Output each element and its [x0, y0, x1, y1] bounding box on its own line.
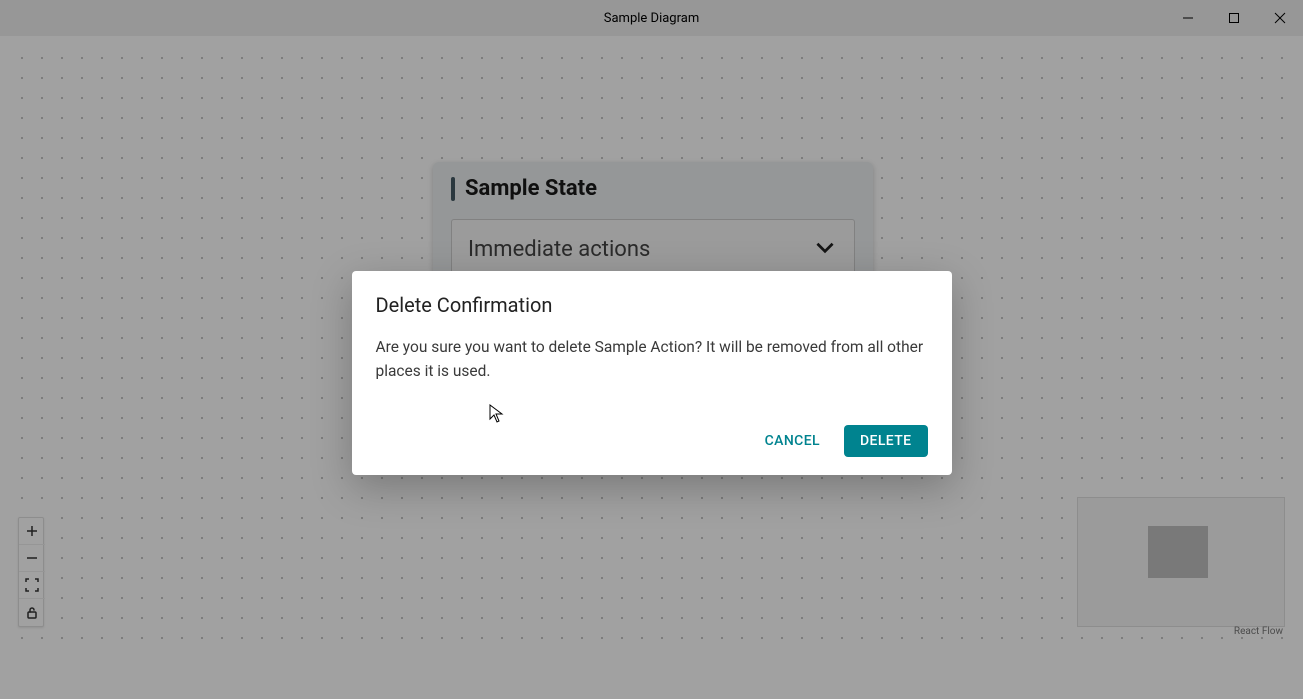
delete-button[interactable]: Delete — [844, 425, 928, 457]
delete-confirmation-dialog: Delete Confirmation Are you sure you wan… — [352, 271, 952, 475]
dialog-body: Are you sure you want to delete Sample A… — [376, 335, 928, 383]
modal-overlay[interactable]: Delete Confirmation Are you sure you wan… — [0, 0, 1303, 699]
dialog-actions: Cancel Delete — [376, 425, 928, 463]
cancel-button[interactable]: Cancel — [749, 425, 836, 457]
dialog-title: Delete Confirmation — [376, 293, 928, 317]
